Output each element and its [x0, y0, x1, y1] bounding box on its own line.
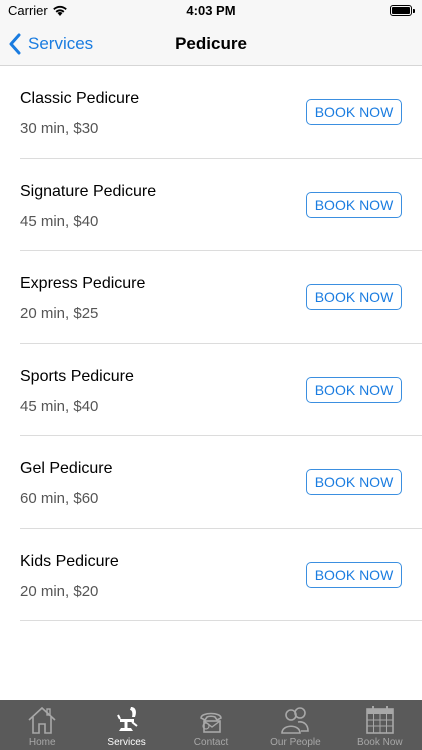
status-bar: Carrier 4:03 PM [0, 0, 422, 22]
tab-label: Home [28, 737, 56, 748]
calendar-icon [366, 706, 394, 734]
list-item: Sports Pedicure 45 min, $40 BOOK NOW [20, 344, 422, 436]
service-duration-price: 45 min, $40 [20, 397, 99, 415]
book-now-button[interactable]: BOOK NOW [306, 469, 402, 495]
list-item: Kids Pedicure 20 min, $20 BOOK NOW [20, 529, 422, 621]
tab-home[interactable]: Home [0, 700, 84, 750]
tab-book-now[interactable]: Book Now [338, 700, 422, 750]
book-now-button[interactable]: BOOK NOW [306, 284, 402, 310]
tab-bar: Home Services Contact Our People Book No… [0, 700, 422, 750]
tab-services[interactable]: Services [84, 700, 168, 750]
tab-label: Book Now [357, 737, 403, 748]
book-now-button[interactable]: BOOK NOW [306, 376, 402, 403]
book-now-button[interactable]: BOOK NOW [306, 191, 402, 218]
service-duration-price: 30 min, $30 [20, 120, 99, 137]
status-time: 4:03 PM [186, 3, 236, 18]
home-icon [28, 706, 56, 734]
battery-icon [390, 5, 415, 16]
page-title: Pedicure [175, 34, 247, 53]
tab-label: Contact [193, 737, 229, 748]
tab-label: Our People [270, 737, 321, 748]
list-item: Classic Pedicure 30 min, $30 BOOK NOW [20, 66, 422, 159]
service-duration-price: 20 min, $25 [20, 305, 99, 322]
service-duration-price: 20 min, $20 [20, 582, 99, 600]
service-name: Sports Pedicure [20, 367, 134, 385]
tab-label: Services [107, 737, 146, 748]
phone-mail-icon [200, 712, 222, 733]
service-duration-price: 60 min, $60 [20, 490, 99, 507]
people-icon [281, 707, 310, 734]
navigation-bar: Services Pedicure [0, 22, 422, 66]
service-duration-price: 45 min, $40 [20, 212, 99, 230]
tab-our-people[interactable]: Our People [253, 700, 337, 750]
service-list: Classic Pedicure 30 min, $30 BOOK NOW Si… [0, 66, 422, 621]
service-name: Classic Pedicure [20, 90, 140, 107]
book-now-button[interactable]: BOOK NOW [306, 561, 402, 588]
service-name: Kids Pedicure [20, 552, 119, 570]
salon-chair-icon [116, 707, 138, 731]
service-name: Express Pedicure [20, 275, 146, 292]
service-name: Signature Pedicure [20, 182, 157, 200]
list-item: Gel Pedicure 60 min, $60 BOOK NOW [20, 436, 422, 529]
service-name: Gel Pedicure [20, 460, 113, 477]
tab-contact[interactable]: Contact [169, 700, 253, 750]
list-item: Express Pedicure 20 min, $25 BOOK NOW [20, 251, 422, 344]
book-now-button[interactable]: BOOK NOW [306, 99, 402, 125]
list-item: Signature Pedicure 45 min, $40 BOOK NOW [20, 159, 422, 251]
